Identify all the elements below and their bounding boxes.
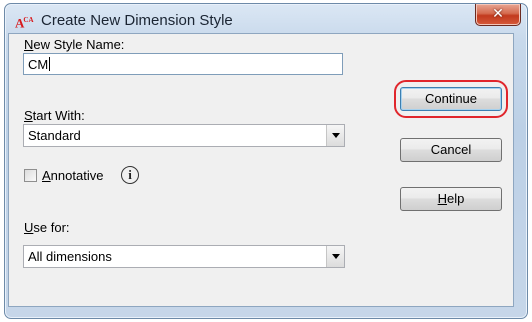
text-caret bbox=[49, 57, 51, 71]
autocad-app-icon: ACA bbox=[15, 15, 34, 31]
new-style-name-label-text: New Style Name: bbox=[24, 37, 125, 52]
info-icon[interactable]: i bbox=[121, 166, 139, 184]
close-button[interactable]: ✕ bbox=[475, 4, 521, 26]
continue-button[interactable]: Continue bbox=[400, 87, 502, 111]
start-with-label-text: Start With: bbox=[24, 108, 85, 123]
window-title: Create New Dimension Style bbox=[41, 12, 233, 29]
chevron-down-icon[interactable] bbox=[326, 246, 344, 267]
new-style-name-label: New Style Name: bbox=[24, 37, 124, 52]
use-for-selected-value: All dimensions bbox=[28, 249, 112, 264]
use-for-label: Use for: bbox=[24, 220, 70, 235]
close-icon: ✕ bbox=[492, 5, 504, 21]
annotative-label-text: Annotative bbox=[42, 168, 104, 183]
cancel-button[interactable]: Cancel bbox=[400, 138, 502, 162]
annotative-label[interactable]: Annotative bbox=[42, 168, 103, 183]
start-with-dropdown[interactable]: Standard bbox=[23, 124, 345, 147]
annotative-checkbox[interactable] bbox=[24, 169, 37, 182]
start-with-label: Start With: bbox=[24, 108, 85, 123]
chevron-down-icon[interactable] bbox=[326, 125, 344, 146]
use-for-label-text: Use for: bbox=[24, 220, 70, 235]
help-button[interactable]: Help bbox=[400, 187, 502, 211]
use-for-dropdown[interactable]: All dimensions bbox=[23, 245, 345, 268]
start-with-selected-value: Standard bbox=[28, 128, 81, 143]
new-style-name-value: CM bbox=[28, 57, 49, 72]
new-style-name-input[interactable]: CM bbox=[23, 53, 343, 75]
